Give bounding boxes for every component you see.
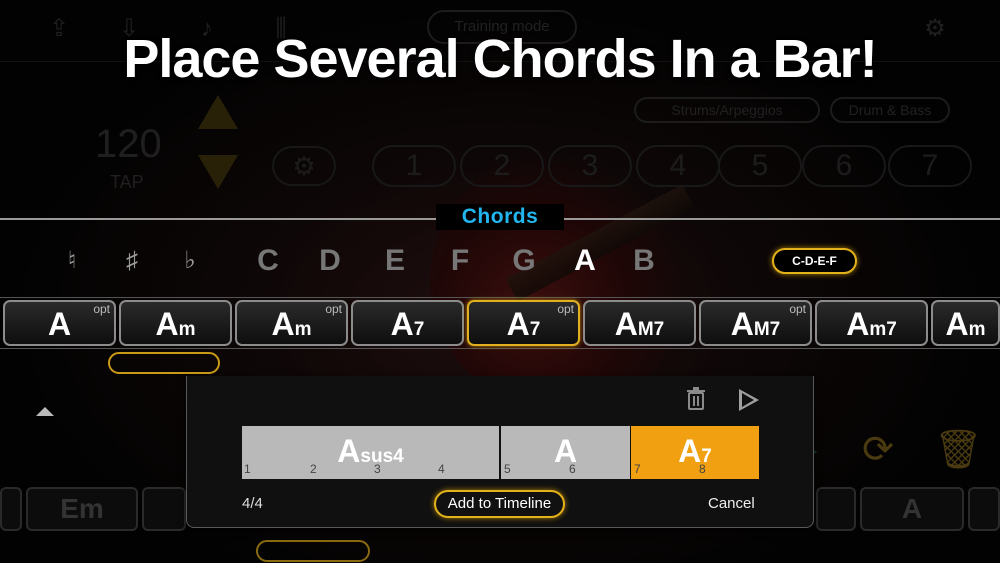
bar-segment-asus4[interactable]: Asus4 xyxy=(242,426,499,479)
chord-root: A xyxy=(846,306,870,342)
chord-tile[interactable]: Am opt xyxy=(235,300,348,346)
chord-root: A xyxy=(730,306,754,342)
chord-quality: m xyxy=(294,319,312,340)
note-c-button[interactable]: C xyxy=(250,241,286,281)
chord-quality: m xyxy=(178,319,196,340)
chord-root: A xyxy=(155,306,179,342)
cancel-button[interactable]: Cancel xyxy=(708,495,755,512)
chord-root: A xyxy=(47,306,72,342)
chord-root: A xyxy=(271,306,295,342)
flat-button[interactable]: ♭ xyxy=(178,244,202,278)
beat-number: 8 xyxy=(699,462,706,476)
beat-number: 2 xyxy=(310,462,317,476)
bottom-chord-tile[interactable] xyxy=(816,487,856,531)
note-g-button[interactable]: G xyxy=(506,241,542,281)
chord-root: A xyxy=(945,306,969,342)
time-signature: 4/4 xyxy=(242,495,263,512)
chord-root: A xyxy=(506,306,530,342)
promo-headline: Place Several Chords In a Bar! xyxy=(123,29,877,89)
beat-number: 4 xyxy=(438,462,445,476)
bar-segment-a[interactable]: A xyxy=(501,426,630,479)
bottom-indicator xyxy=(256,540,370,562)
trash-icon[interactable] xyxy=(684,386,708,412)
beat-number: 3 xyxy=(374,462,381,476)
chord-tile[interactable]: Am xyxy=(119,300,232,346)
note-f-button[interactable]: F xyxy=(442,241,478,281)
collapse-up-icon[interactable] xyxy=(36,407,54,416)
bottom-chord-edge[interactable] xyxy=(968,487,1000,531)
chord-tile[interactable]: Aopt xyxy=(3,300,116,346)
chords-title: Chords xyxy=(436,204,564,230)
opt-label: opt xyxy=(325,302,342,316)
note-a-button[interactable]: A xyxy=(567,241,603,281)
play-icon[interactable] xyxy=(739,389,759,411)
bottom-chord-edge[interactable] xyxy=(0,487,22,531)
loop-icon[interactable]: ⟳ xyxy=(855,425,901,475)
chord-quality: M7 xyxy=(753,319,781,340)
natural-button[interactable]: ♮ xyxy=(60,244,84,278)
beat-number: 7 xyxy=(634,462,641,476)
chord-quality: M7 xyxy=(637,319,665,340)
chord-tile[interactable]: Am7 xyxy=(815,300,928,346)
trash-dim-icon[interactable]: 🗑 xyxy=(934,425,982,475)
segment-root: A xyxy=(678,433,702,469)
bottom-chord-a[interactable]: A xyxy=(860,487,964,531)
scale-filter-button[interactable]: C-D-E-F xyxy=(772,248,857,274)
chord-quality: m7 xyxy=(869,319,897,340)
chord-tile[interactable]: A7 opt xyxy=(467,300,580,346)
note-d-button[interactable]: D xyxy=(312,241,348,281)
selected-bar-indicator xyxy=(108,352,220,374)
beat-number: 5 xyxy=(504,462,511,476)
segment-quality: sus4 xyxy=(360,446,404,467)
note-b-button[interactable]: B xyxy=(626,241,662,281)
chord-tile[interactable]: AM7 xyxy=(583,300,696,346)
opt-label: opt xyxy=(93,302,110,316)
bar-segment-a7[interactable]: A7 xyxy=(631,426,759,479)
chord-root: A xyxy=(614,306,638,342)
sharp-button[interactable]: ♯ xyxy=(120,244,144,278)
chord-quality: 7 xyxy=(529,319,541,340)
beat-number: 6 xyxy=(569,462,576,476)
chord-tile[interactable]: A7 xyxy=(351,300,464,346)
chord-tile[interactable]: AM7 opt xyxy=(699,300,812,346)
note-e-button[interactable]: E xyxy=(377,241,413,281)
chord-quality: m xyxy=(968,319,986,340)
opt-label: opt xyxy=(557,302,574,316)
bottom-chord-tile[interactable] xyxy=(142,487,186,531)
chord-root: A xyxy=(390,306,414,342)
beat-number: 1 xyxy=(244,462,251,476)
bottom-chord-em[interactable]: Em xyxy=(26,487,138,531)
segment-root: A xyxy=(337,433,361,469)
opt-label: opt xyxy=(789,302,806,316)
chord-tile[interactable]: Am xyxy=(931,300,1000,346)
chord-quality: 7 xyxy=(413,319,425,340)
add-to-timeline-button[interactable]: Add to Timeline xyxy=(434,490,565,518)
